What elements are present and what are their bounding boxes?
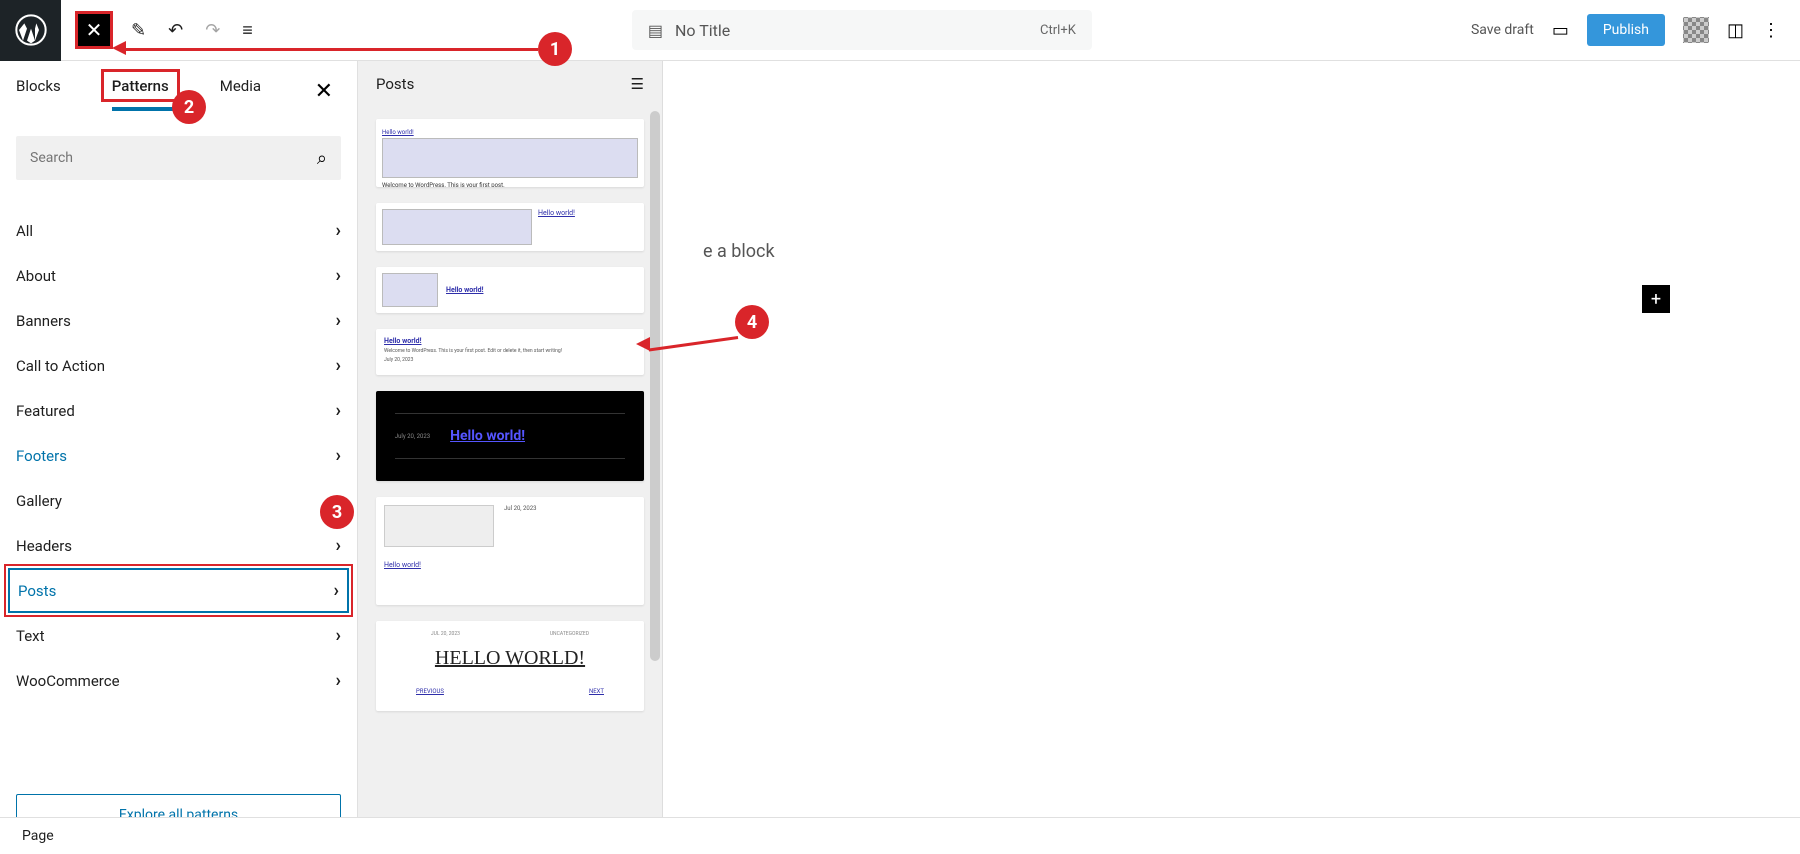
inserter-panel: Blocks Patterns Media ✕ ⌕ All› About› Ba… [0, 61, 358, 854]
publish-button[interactable]: Publish [1587, 14, 1665, 46]
tab-patterns[interactable]: Patterns [112, 77, 169, 99]
chevron-right-icon: › [336, 670, 341, 691]
category-about[interactable]: About› [16, 253, 341, 298]
redo-icon[interactable]: ↷ [205, 20, 220, 41]
tab-media[interactable]: Media [220, 77, 261, 107]
pattern-card[interactable]: Hello world! [376, 267, 644, 313]
chevron-right-icon: › [336, 220, 341, 241]
annotation-arrowhead [636, 337, 650, 351]
annotation-marker-1: 1 [538, 32, 572, 66]
chevron-right-icon: › [334, 580, 339, 601]
pattern-card[interactable]: Hello world! Welcome to WordPress. This … [376, 329, 644, 375]
editor-placeholder: e a block [703, 241, 775, 262]
category-footers[interactable]: Footers› [16, 433, 341, 478]
annotation-arrow [123, 48, 538, 51]
search-input[interactable] [30, 150, 317, 166]
pattern-card[interactable]: Hello world! [376, 203, 644, 251]
chevron-right-icon: › [336, 355, 341, 376]
category-text[interactable]: Text› [16, 613, 341, 658]
chevron-right-icon: › [336, 400, 341, 421]
breadcrumb-item[interactable]: Page [22, 828, 54, 844]
annotation-arrowhead [112, 41, 126, 55]
scrollbar[interactable] [650, 111, 660, 661]
search-box[interactable]: ⌕ [16, 136, 341, 180]
document-overview-icon[interactable]: ≡ [242, 20, 253, 41]
options-icon[interactable]: ⋮ [1762, 20, 1780, 41]
category-posts[interactable]: Posts› [8, 568, 349, 613]
preview-icon[interactable]: ▭ [1552, 20, 1569, 41]
pattern-card[interactable]: JUL 20, 2023UNCATEGORIZED HELLO WORLD! P… [376, 621, 644, 711]
preview-title: Posts [376, 75, 414, 93]
page-icon: ▤ [648, 21, 663, 40]
category-all[interactable]: All› [16, 208, 341, 253]
shortcut-label: Ctrl+K [1040, 23, 1076, 38]
add-block-button[interactable]: + [1642, 285, 1670, 313]
settings-panel-icon[interactable]: ◫ [1727, 20, 1744, 41]
annotation-marker-2: 2 [172, 90, 206, 124]
tab-blocks[interactable]: Blocks [16, 77, 61, 107]
breadcrumb: Page [0, 817, 1800, 854]
document-title-button[interactable]: ▤ No Title Ctrl+K [632, 10, 1092, 50]
undo-icon[interactable]: ↶ [168, 20, 183, 41]
chevron-right-icon: › [336, 535, 341, 556]
document-title-text: No Title [675, 21, 730, 40]
chevron-right-icon: › [336, 625, 341, 646]
annotation-marker-3: 3 [320, 495, 354, 529]
filter-icon[interactable]: ☰ [631, 75, 644, 93]
save-draft-button[interactable]: Save draft [1471, 22, 1534, 38]
toggle-inserter-button[interactable]: ✕ [75, 11, 113, 49]
tools-icon[interactable]: ✎ [131, 20, 146, 41]
category-woocommerce[interactable]: WooCommerce› [16, 658, 341, 703]
pattern-card[interactable]: July 20, 2023Hello world! [376, 391, 644, 481]
category-banners[interactable]: Banners› [16, 298, 341, 343]
category-gallery[interactable]: Gallery› [16, 478, 341, 523]
avatar[interactable] [1683, 17, 1709, 43]
annotation-marker-4: 4 [735, 305, 769, 339]
wp-logo[interactable] [0, 0, 61, 61]
chevron-right-icon: › [336, 310, 341, 331]
pattern-preview-panel: Posts ☰ Hello world! Welcome to WordPres… [358, 61, 663, 854]
chevron-right-icon: › [336, 445, 341, 466]
pattern-card[interactable]: Jul 20, 2023 Hello world! [376, 497, 644, 605]
category-featured[interactable]: Featured› [16, 388, 341, 433]
search-icon: ⌕ [317, 148, 327, 169]
chevron-right-icon: › [336, 265, 341, 286]
editor-canvas[interactable]: e a block + [663, 61, 1800, 854]
pattern-card[interactable]: Hello world! Welcome to WordPress. This … [376, 119, 644, 187]
close-inserter-icon[interactable]: ✕ [315, 79, 341, 104]
category-headers[interactable]: Headers› [16, 523, 341, 568]
category-call-to-action[interactable]: Call to Action› [16, 343, 341, 388]
